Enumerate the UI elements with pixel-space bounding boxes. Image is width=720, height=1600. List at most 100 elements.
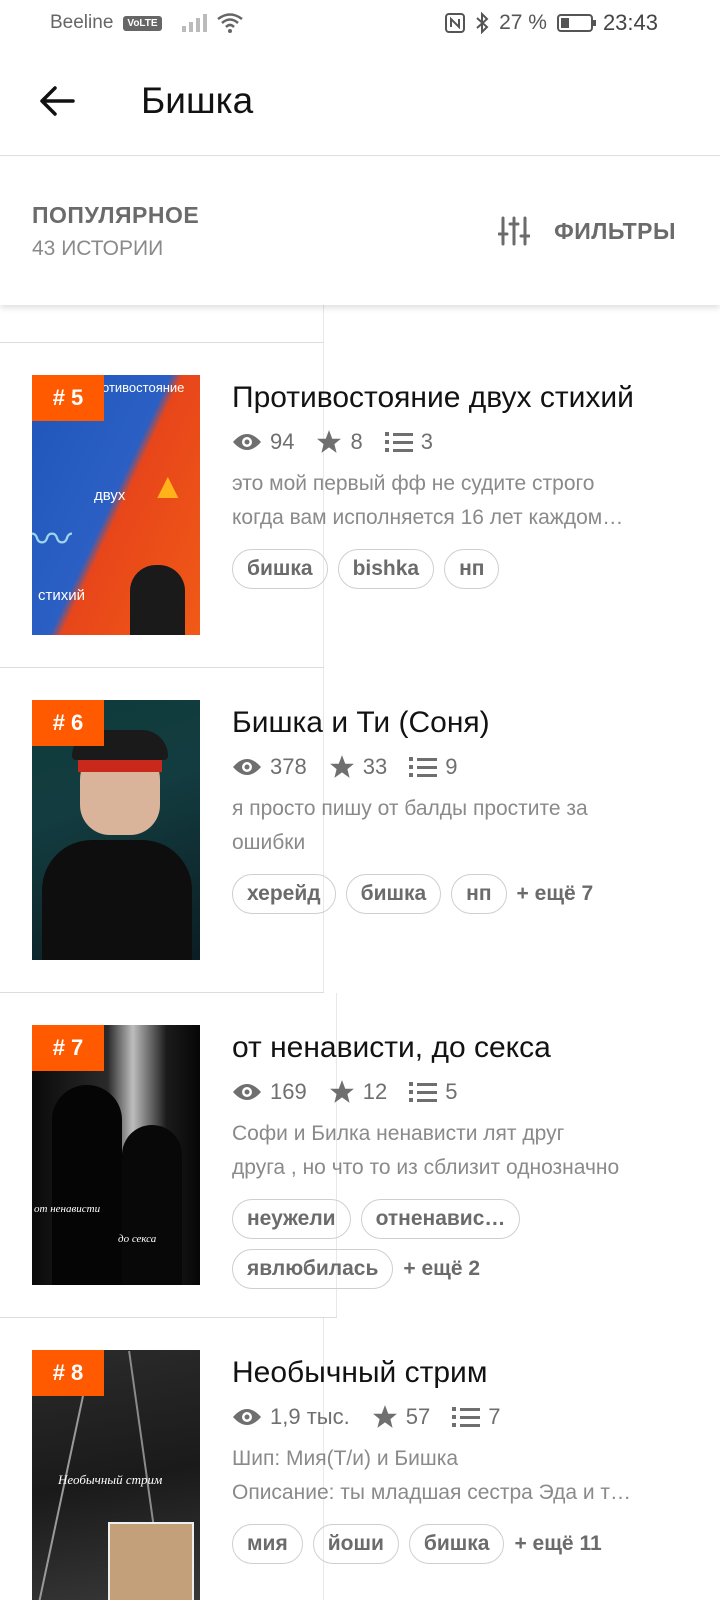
tag-chip[interactable]: отненавис… [360, 1199, 521, 1239]
description-line: Шип: Мия(Т/и) и Бишка [232, 1447, 459, 1470]
story-cover[interactable]: Необычный стрим # 8 [32, 1350, 200, 1600]
tag-chip[interactable]: херейд [232, 874, 336, 914]
back-button[interactable] [27, 71, 87, 131]
eye-icon [233, 434, 261, 450]
story-title[interactable]: от ненависти, до секса [232, 1031, 692, 1065]
partial-story-remnant [0, 305, 324, 343]
story-title[interactable]: Бишка и Ти (Соня) [232, 706, 692, 740]
votes-count: 12 [362, 1079, 388, 1104]
story-info: Необычный стрим 1,9 тыс. 57 7 Шип: Мия(Т… [232, 1356, 692, 1564]
parts-stat: 9 [409, 754, 457, 780]
story-stats: 1,9 тыс. 57 7 [232, 1404, 692, 1430]
tag-chip[interactable]: явлюбилась [232, 1249, 394, 1289]
story-card[interactable]: отивостояние двух 〰 ▲ стихий # 5 Противо… [0, 343, 720, 668]
cover-caption: от ненависти [34, 1203, 101, 1215]
rank-badge: # 5 [32, 375, 104, 421]
tag-chip[interactable]: нп [444, 549, 500, 589]
story-stats: 169 12 5 [232, 1079, 692, 1105]
cover-chain [128, 1350, 158, 1550]
carrier-name: Beeline [50, 12, 114, 33]
battery-icon [556, 14, 596, 32]
cover-silhouette [52, 1085, 122, 1285]
star-icon [372, 1405, 397, 1428]
story-description: я просто пишу от балды простите за ошибк… [232, 792, 692, 860]
views-stat: 94 [232, 429, 294, 455]
page-title: Бишка [141, 79, 254, 121]
cover-body [42, 840, 192, 960]
eye-icon [233, 1409, 261, 1425]
story-cover[interactable]: от ненависти до секса # 7 [32, 1025, 200, 1285]
story-description: Софи и Билка ненависти лят друг друга , … [232, 1117, 692, 1185]
parts-count: 3 [420, 429, 433, 454]
clock: 23:43 [602, 10, 658, 35]
tag-list: мия йоши бишка + ещё 11 [232, 1524, 692, 1564]
status-right: 27 % 23:43 [445, 10, 658, 36]
story-info: Противостояние двух стихий 94 8 3 это мо… [232, 381, 692, 589]
parts-count: 9 [445, 754, 458, 779]
tag-chip[interactable]: bishka [337, 549, 435, 589]
section-header: ПОПУЛЯРНОЕ 43 ИСТОРИИ ФИЛЬТРЫ [0, 157, 720, 305]
volte-badge: VoLTE [123, 15, 162, 31]
views-count: 378 [270, 754, 307, 779]
more-tags-link[interactable]: + ещё 7 [517, 882, 594, 906]
cover-figure [130, 565, 185, 635]
sliders-icon [498, 216, 531, 246]
app-bar: Бишка [0, 46, 720, 156]
signal-icon [181, 14, 207, 32]
votes-stat: 12 [329, 1079, 387, 1105]
more-tags-link[interactable]: + ещё 11 [514, 1532, 601, 1556]
votes-stat: 57 [372, 1404, 430, 1430]
votes-count: 57 [405, 1404, 431, 1429]
description-line: друга , но что то из сблизит однозначно [232, 1156, 620, 1179]
tag-chip[interactable]: йоши [312, 1524, 399, 1564]
story-info: от ненависти, до секса 169 12 5 Софи и Б… [232, 1031, 692, 1289]
parts-count: 5 [445, 1079, 458, 1104]
views-count: 94 [270, 429, 295, 454]
parts-stat: 7 [452, 1404, 500, 1430]
nfc-icon [445, 13, 466, 33]
tag-chip[interactable]: неужели [232, 1199, 351, 1239]
story-title[interactable]: Противостояние двух стихий [232, 381, 692, 415]
status-bar: Beeline VoLTE 27 % 23:43 [0, 0, 720, 46]
story-title[interactable]: Необычный стрим [232, 1356, 692, 1390]
list-icon [409, 757, 438, 777]
views-stat: 169 [232, 1079, 307, 1105]
rank-badge: # 6 [32, 700, 104, 746]
story-cover[interactable]: # 6 [32, 700, 200, 960]
cover-caption: до секса [118, 1233, 157, 1245]
votes-stat: 33 [329, 754, 387, 780]
star-icon [329, 1080, 354, 1103]
cover-caption: отивостояние [102, 380, 185, 395]
story-card[interactable]: # 6 Бишка и Ти (Соня) 378 33 9 я просто … [0, 668, 720, 993]
filters-label: ФИЛЬТРЫ [554, 217, 676, 244]
wifi-icon [216, 13, 243, 33]
tag-list: неужели отненавис… явлюбилась + ещё 2 [232, 1199, 562, 1289]
parts-stat: 5 [409, 1079, 457, 1105]
section-title: ПОПУЛЯРНОЕ [32, 201, 200, 228]
story-card[interactable]: Необычный стрим # 8 Необычный стрим 1,9 … [0, 1318, 720, 1600]
tag-chip[interactable]: бишка [345, 874, 442, 914]
story-card[interactable]: от ненависти до секса # 7 от ненависти, … [0, 993, 720, 1318]
tag-chip[interactable]: мия [232, 1524, 303, 1564]
cover-caption: стихий [38, 587, 86, 604]
cover-caption: Необычный стрим [58, 1472, 163, 1487]
wave-icon: 〰 [32, 518, 72, 562]
fire-icon: ▲ [150, 465, 186, 506]
star-icon [329, 755, 354, 778]
tag-chip[interactable]: бишка [408, 1524, 505, 1564]
votes-stat: 8 [316, 429, 363, 455]
views-stat: 378 [232, 754, 307, 780]
cover-caption: двух [94, 487, 126, 504]
cover-photo-inset [108, 1522, 194, 1600]
status-left: Beeline VoLTE [50, 12, 243, 34]
story-stats: 94 8 3 [232, 429, 692, 455]
story-cover[interactable]: отивостояние двух 〰 ▲ стихий # 5 [32, 375, 200, 635]
filters-button[interactable]: ФИЛЬТРЫ [498, 216, 676, 246]
story-stats: 378 33 9 [232, 754, 692, 780]
parts-count: 7 [488, 1404, 501, 1429]
more-tags-link[interactable]: + ещё 2 [403, 1257, 480, 1281]
tag-chip[interactable]: нп [451, 874, 507, 914]
tag-chip[interactable]: бишка [232, 549, 328, 589]
description-line: я просто пишу от балды простите за [232, 797, 588, 820]
eye-icon [233, 759, 261, 775]
